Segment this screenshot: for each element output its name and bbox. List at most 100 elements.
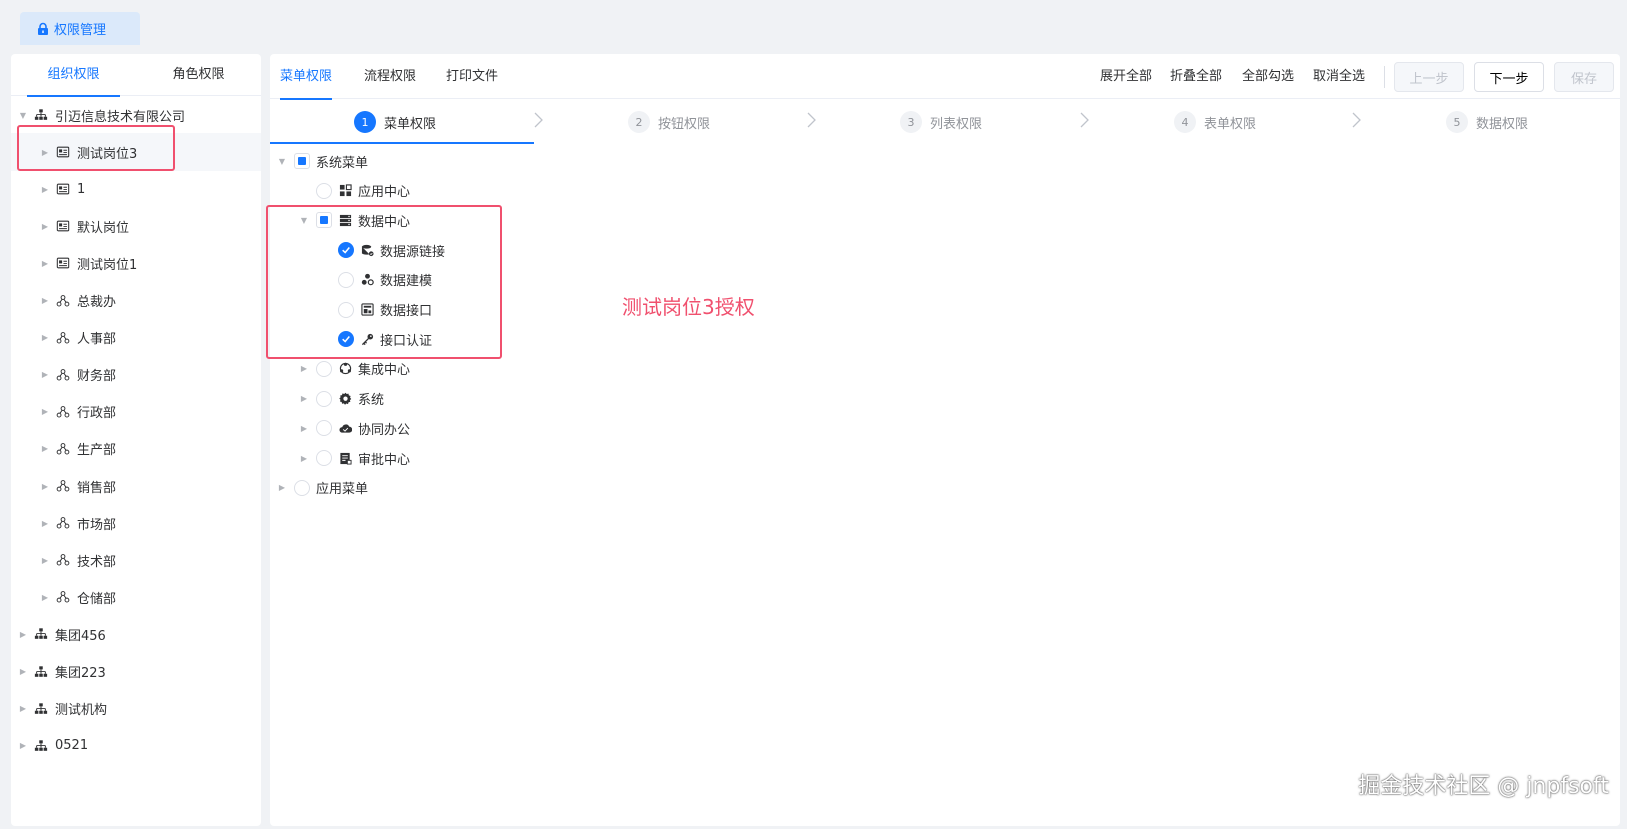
step-2[interactable]: 2 按钮权限 xyxy=(628,100,710,144)
checkbox[interactable] xyxy=(294,479,310,496)
menu-tree-node[interactable]: 应用中心 xyxy=(298,176,410,206)
caret-right-icon[interactable]: ▶ xyxy=(39,332,51,344)
tree-node-label: 财务部 xyxy=(77,369,117,385)
checkbox[interactable] xyxy=(316,450,332,466)
menu-tree-node[interactable]: ▶ 应用菜单 xyxy=(276,473,368,503)
caret-right-icon[interactable]: ▶ xyxy=(39,480,51,492)
menu-tree-node[interactable]: ▶ 审批中心 xyxy=(298,443,410,473)
caret-down-icon[interactable]: ▼ xyxy=(276,157,288,166)
tree-node[interactable]: ▶ 行政部 xyxy=(11,393,261,431)
caret-right-icon[interactable]: ▶ xyxy=(298,364,310,373)
menu-tree-node[interactable]: ▼ 数据中心 xyxy=(298,205,410,235)
checkbox[interactable] xyxy=(338,301,354,318)
step-4[interactable]: 4 表单权限 xyxy=(1174,100,1256,144)
caret-right-icon[interactable]: ▶ xyxy=(39,146,51,158)
gear-icon xyxy=(338,392,352,406)
caret-right-icon[interactable]: ▶ xyxy=(276,483,288,492)
caret-right-icon[interactable]: ▶ xyxy=(39,220,51,232)
tree-node[interactable]: ▶ 市场部 xyxy=(11,504,261,542)
org-icon xyxy=(33,664,49,680)
tree-node[interactable]: ▶ 总裁办 xyxy=(11,282,261,320)
dept-icon xyxy=(55,367,71,383)
caret-right-icon[interactable]: ▶ xyxy=(39,257,51,269)
tree-node[interactable]: ▶ 生产部 xyxy=(11,430,261,468)
watermark: 掘金技术社区 @ jnpfsoft xyxy=(1358,774,1609,799)
tree-node[interactable]: ▶ 测试岗位3 xyxy=(11,133,261,172)
checkbox[interactable] xyxy=(338,331,354,348)
menu-tree-node[interactable]: 数据接口 xyxy=(320,295,432,325)
tree-node[interactable]: ▶ 销售部 xyxy=(11,467,261,505)
collapse-all-link[interactable]: 折叠全部 xyxy=(1170,54,1222,99)
tab-print-file[interactable]: 打印文件 xyxy=(446,54,498,99)
checkbox[interactable] xyxy=(294,153,310,169)
step-5[interactable]: 5 数据权限 xyxy=(1446,100,1528,144)
caret-right-icon[interactable]: ▶ xyxy=(17,740,29,752)
caret-right-icon[interactable]: ▶ xyxy=(298,454,310,463)
tree-node[interactable]: ▶ 人事部 xyxy=(11,319,261,357)
tree-node[interactable]: ▶ 0521 xyxy=(11,727,261,765)
tree-node[interactable]: ▶ 技术部 xyxy=(11,541,261,579)
checkbox[interactable] xyxy=(316,182,332,199)
tree-node[interactable]: ▶ 集团223 xyxy=(11,653,261,691)
uncheck-all-link[interactable]: 取消全选 xyxy=(1313,54,1365,99)
tab-org-permission[interactable]: 组织权限 xyxy=(11,54,136,97)
save-button[interactable]: 保存 xyxy=(1554,62,1614,92)
menu-tree-node[interactable]: 数据建模 xyxy=(320,265,432,295)
caret-right-icon[interactable]: ▶ xyxy=(39,183,51,195)
step-1[interactable]: 1 菜单权限 xyxy=(354,100,436,144)
check-all-link[interactable]: 全部勾选 xyxy=(1242,54,1294,99)
checkbox[interactable] xyxy=(338,242,354,259)
tree-node[interactable]: ▼ 引迈信息技术有限公司 xyxy=(11,96,261,134)
tab-role-permission[interactable]: 角色权限 xyxy=(136,54,261,96)
tree-node-label: 行政部 xyxy=(77,406,117,422)
caret-right-icon[interactable]: ▶ xyxy=(39,295,51,307)
tree-node[interactable]: ▶ 测试岗位1 xyxy=(11,244,261,282)
caret-down-icon[interactable]: ▼ xyxy=(17,109,29,121)
caret-right-icon[interactable]: ▶ xyxy=(39,591,51,603)
caret-right-icon[interactable]: ▶ xyxy=(39,406,51,418)
tree-node[interactable]: ▶ 仓储部 xyxy=(11,578,261,616)
caret-right-icon[interactable]: ▶ xyxy=(39,517,51,529)
tab-menu-permission[interactable]: 菜单权限 xyxy=(280,54,333,100)
caret-right-icon[interactable]: ▶ xyxy=(39,554,51,566)
checkbox[interactable] xyxy=(316,420,332,437)
tree-node-label: 测试岗位1 xyxy=(77,257,138,273)
caret-right-icon[interactable]: ▶ xyxy=(17,666,29,678)
position-icon xyxy=(55,218,71,234)
caret-right-icon[interactable]: ▶ xyxy=(17,703,29,715)
caret-right-icon[interactable]: ▶ xyxy=(298,394,310,403)
caret-right-icon[interactable]: ▶ xyxy=(298,424,310,433)
caret-right-icon[interactable]: ▶ xyxy=(39,443,51,455)
expand-all-link[interactable]: 展开全部 xyxy=(1100,54,1152,99)
menu-tree-node[interactable]: ▶ 系统 xyxy=(298,384,384,414)
tab-flow-permission[interactable]: 流程权限 xyxy=(364,54,416,99)
checkbox[interactable] xyxy=(338,271,354,288)
tree-node[interactable]: ▶ 测试机构 xyxy=(11,690,261,728)
org-icon xyxy=(33,738,49,754)
menu-tree-node[interactable]: ▼ 系统菜单 xyxy=(276,146,368,176)
tab-permission-management[interactable]: 权限管理 xyxy=(20,12,140,45)
tree-node[interactable]: ▶ 集团456 xyxy=(11,615,261,653)
step-3[interactable]: 3 列表权限 xyxy=(900,100,982,144)
checkbox[interactable] xyxy=(316,390,332,407)
menu-tree-node[interactable]: 数据源链接 xyxy=(320,235,445,265)
next-step-button[interactable]: 下一步 xyxy=(1474,62,1544,92)
checkbox[interactable] xyxy=(316,212,332,229)
tree-node-label: 生产部 xyxy=(77,443,117,459)
org-icon xyxy=(33,626,49,642)
steps-bar: 1 菜单权限 2 按钮权限 3 列表权限 4 表单权限 5 数据权限 xyxy=(270,100,1620,144)
tree-node[interactable]: ▶ 财务部 xyxy=(11,356,261,394)
tree-node[interactable]: ▶ 默认岗位 xyxy=(11,207,261,245)
caret-right-icon[interactable]: ▶ xyxy=(39,369,51,381)
menu-tree-label: 系统 xyxy=(358,393,385,409)
prev-step-button[interactable]: 上一步 xyxy=(1394,62,1464,92)
menu-tree-node[interactable]: ▶ 集成中心 xyxy=(298,354,410,384)
tree-node[interactable]: ▶ 1 xyxy=(11,170,261,208)
menu-tree-node[interactable]: ▶ 协同办公 xyxy=(298,413,410,443)
caret-right-icon[interactable]: ▶ xyxy=(17,628,29,640)
menu-tree-node[interactable]: 接口认证 xyxy=(320,324,432,354)
caret-down-icon[interactable]: ▼ xyxy=(298,216,310,225)
database-icon xyxy=(360,243,374,257)
tree-node-label: 技术部 xyxy=(77,554,117,570)
checkbox[interactable] xyxy=(316,360,332,377)
